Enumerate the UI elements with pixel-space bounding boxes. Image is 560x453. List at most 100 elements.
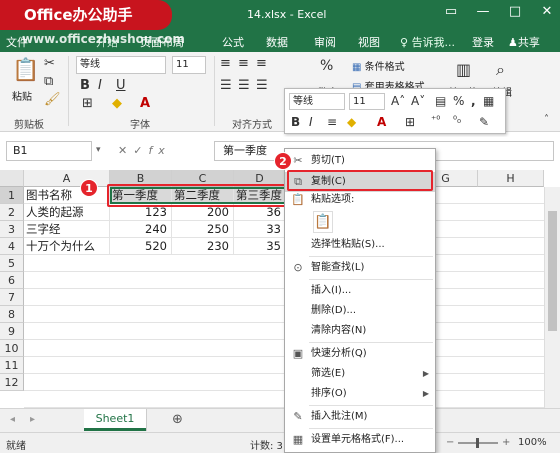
enter-icon[interactable]: ✓ — [133, 144, 148, 157]
cell-d3[interactable]: 33 — [234, 221, 286, 238]
cell-b2[interactable]: 123 — [110, 204, 172, 221]
share-button[interactable]: ♟共享 — [508, 34, 540, 50]
bold-icon[interactable]: B — [80, 78, 90, 93]
minimize-icon[interactable]: — — [476, 4, 490, 19]
menu-item-insert[interactable]: 插入(I)... — [285, 281, 435, 301]
format-painter-icon[interactable]: ▦ — [483, 94, 494, 108]
row-header[interactable]: 3 — [0, 221, 24, 238]
menu-item-format-cells[interactable]: ▦ 设置单元格格式(F)... — [285, 430, 435, 450]
close-icon[interactable]: ✕ — [540, 4, 554, 19]
menu-item-insert-comment[interactable]: ✎ 插入批注(M) — [285, 407, 435, 427]
number-format-icon[interactable]: ▤ — [435, 94, 446, 108]
tab-view[interactable]: 视图 — [358, 34, 380, 50]
tell-me-search[interactable]: ♀ 告诉我... — [400, 34, 455, 50]
cell-b1[interactable]: 第一季度 — [110, 187, 172, 204]
format-painter-icon[interactable]: 🖌 — [44, 92, 61, 107]
mini-border-icon[interactable]: ⊞ — [405, 115, 415, 129]
tab-data[interactable]: 数据 — [266, 34, 288, 50]
row-header[interactable]: 9 — [0, 323, 24, 340]
menu-item-smart-lookup[interactable]: ⊙ 智能查找(L) — [285, 258, 435, 278]
percent-icon[interactable]: % — [320, 58, 333, 74]
mini-font-color-icon[interactable]: A — [377, 115, 386, 129]
cell-b4[interactable]: 520 — [110, 238, 172, 255]
border-icon[interactable]: ⊞ — [82, 96, 93, 111]
row-header[interactable]: 7 — [0, 289, 24, 306]
cell-d2[interactable]: 36 — [234, 204, 286, 221]
align-top-icon[interactable]: ≡ — [220, 56, 231, 71]
zoom-out-icon[interactable]: − — [446, 437, 454, 448]
align-bottom-icon[interactable]: ≡ — [256, 56, 267, 71]
align-middle-icon[interactable]: ≡ — [238, 56, 249, 71]
column-header-h[interactable]: H — [478, 170, 544, 187]
find-icon[interactable]: ⌕ — [496, 60, 505, 80]
menu-item-paste-special[interactable]: 选择性粘贴(S)... — [285, 235, 435, 255]
add-sheet-icon[interactable]: ⊕ — [172, 412, 183, 427]
fill-color-icon[interactable]: ◆ — [112, 96, 122, 111]
mini-font-name-select[interactable]: 等线 — [289, 93, 345, 110]
paste-option-icon[interactable]: 📋 — [313, 211, 333, 233]
login-link[interactable]: 登录 — [472, 34, 494, 50]
row-header[interactable]: 12 — [0, 374, 24, 391]
font-size-select[interactable]: 11 — [172, 56, 206, 74]
collapse-ribbon-icon[interactable]: ˄ — [544, 114, 549, 125]
cells-icon[interactable]: ▥ — [456, 60, 471, 79]
font-name-select[interactable]: 等线 — [76, 56, 166, 74]
mini-fill-color-icon[interactable]: ◆ — [347, 115, 356, 129]
cell-c3[interactable]: 250 — [172, 221, 234, 238]
align-center-icon[interactable]: ☰ — [238, 78, 250, 93]
font-color-icon[interactable]: A — [140, 96, 150, 111]
column-header-d[interactable]: D — [234, 170, 286, 187]
column-header-c[interactable]: C — [172, 170, 234, 187]
column-header-b[interactable]: B — [110, 170, 172, 187]
row-header[interactable]: 4 — [0, 238, 24, 255]
menu-item-copy[interactable]: ⧉ 复制(C) — [285, 172, 435, 192]
maximize-icon[interactable]: □ — [508, 4, 522, 19]
cell-a3[interactable]: 三字经 — [24, 221, 110, 238]
menu-item-sort[interactable]: 排序(O) ▶ — [285, 384, 435, 404]
decrease-decimal-icon[interactable]: ⁰₀ — [453, 115, 461, 126]
comma-style-icon[interactable]: , — [471, 94, 476, 108]
cell-b3[interactable]: 240 — [110, 221, 172, 238]
zoom-slider-thumb[interactable] — [476, 438, 479, 448]
ribbon-options-icon[interactable]: ▭ — [444, 4, 458, 19]
clear-format-icon[interactable]: ✎ — [479, 115, 489, 129]
decrease-font-icon[interactable]: A˅ — [411, 94, 425, 108]
cancel-icon[interactable]: ✕ — [118, 144, 133, 157]
row-header[interactable]: 10 — [0, 340, 24, 357]
menu-item-filter[interactable]: 筛选(E) ▶ — [285, 364, 435, 384]
prev-sheet-icon[interactable]: ◂ — [10, 414, 15, 425]
scroll-thumb[interactable] — [548, 211, 557, 331]
row-header[interactable]: 6 — [0, 272, 24, 289]
row-header[interactable]: 5 — [0, 255, 24, 272]
cut-icon[interactable]: ✂ — [44, 56, 55, 71]
next-sheet-icon[interactable]: ▸ — [30, 414, 35, 425]
cell-a4[interactable]: 十万个为什么 — [24, 238, 110, 255]
menu-item-cut[interactable]: ✂ 剪切(T) — [285, 151, 435, 171]
conditional-format-button[interactable]: ▦ 条件格式 — [352, 58, 405, 73]
cell-d1[interactable]: 第三季度 — [234, 187, 286, 204]
mini-bold-icon[interactable]: B — [291, 115, 300, 129]
zoom-in-icon[interactable]: + — [502, 437, 510, 448]
row-header[interactable]: 1 — [0, 187, 24, 204]
mini-italic-icon[interactable]: I — [309, 115, 313, 129]
cell-d4[interactable]: 35 — [234, 238, 286, 255]
name-box-dropdown-icon[interactable]: ▾ — [96, 145, 101, 155]
vertical-scrollbar[interactable] — [544, 187, 560, 408]
tab-review[interactable]: 审阅 — [314, 34, 336, 50]
italic-icon[interactable]: I — [98, 78, 102, 93]
cell-c2[interactable]: 200 — [172, 204, 234, 221]
paste-label[interactable]: 粘贴 — [12, 88, 32, 103]
row-header[interactable]: 11 — [0, 357, 24, 374]
cell-c4[interactable]: 230 — [172, 238, 234, 255]
menu-item-quick-analysis[interactable]: ▣ 快速分析(Q) — [285, 344, 435, 364]
align-left-icon[interactable]: ☰ — [220, 78, 232, 93]
menu-item-delete[interactable]: 删除(D)... — [285, 301, 435, 321]
paste-icon[interactable]: 📋 — [12, 58, 39, 83]
mini-percent-icon[interactable]: % — [453, 94, 464, 108]
underline-icon[interactable]: U — [116, 78, 126, 93]
menu-item-clear-contents[interactable]: 清除内容(N) — [285, 321, 435, 341]
fx-icon[interactable]: fx — [148, 144, 170, 157]
row-header[interactable]: 2 — [0, 204, 24, 221]
mini-align-icon[interactable]: ≡ — [327, 115, 337, 129]
increase-font-icon[interactable]: A˄ — [391, 94, 405, 108]
